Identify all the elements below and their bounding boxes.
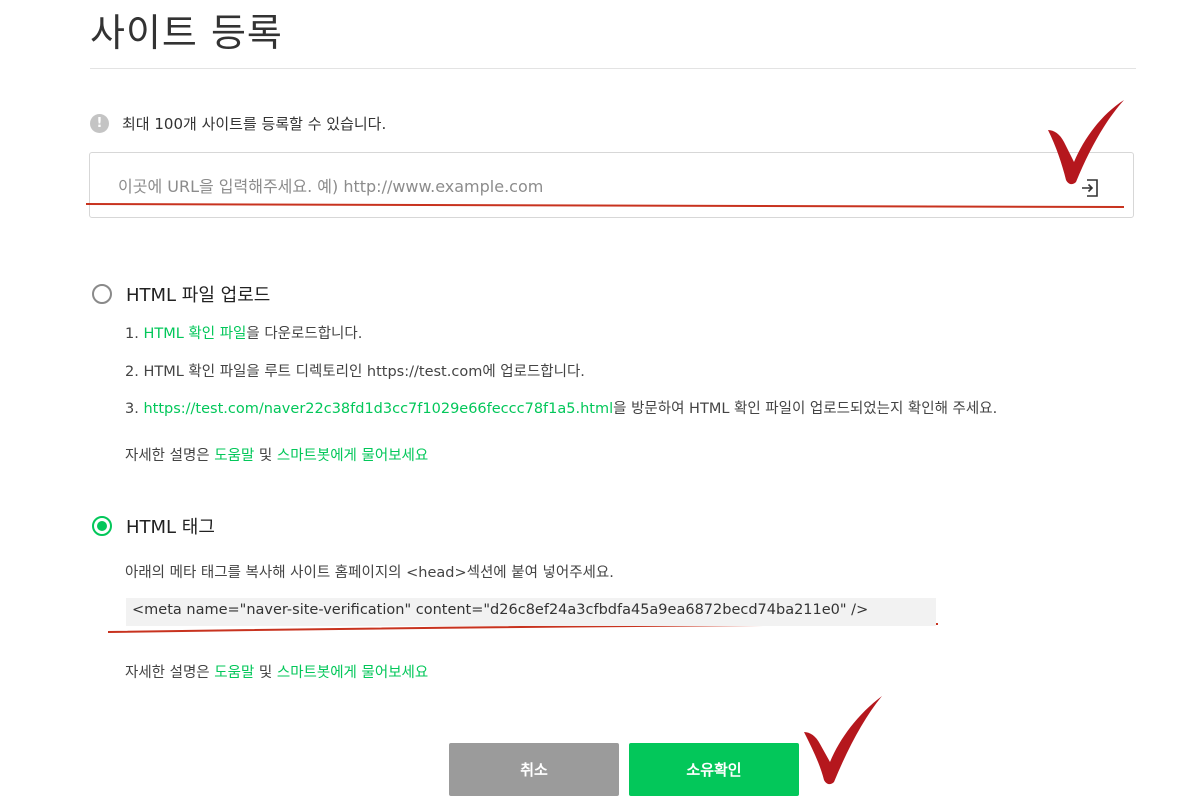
html-file-radio[interactable] [92,284,112,304]
title-divider [90,68,1136,69]
html-tag-label: HTML 태그 [126,517,215,538]
help-middle: 및 [254,665,277,681]
verify-url-link[interactable]: https://test.com/naver22c38fd1d3cc7f1029… [143,401,613,417]
step1-suffix: 을 다운로드합니다. [246,326,363,342]
smartbot-link[interactable]: 스마트봇에게 물어보세요 [277,448,428,464]
html-file-help: 자세한 설명은 도움말 및 스마트봇에게 물어보세요 [125,444,428,465]
html-file-step-1: 1. HTML 확인 파일을 다운로드합니다. [125,322,362,343]
option-html-tag[interactable]: HTML 태그 [92,513,215,539]
enter-icon[interactable] [1079,177,1101,199]
help-prefix: 자세한 설명은 [125,448,215,464]
notice-text: 최대 100개 사이트를 등록할 수 있습니다. [122,115,387,133]
meta-tag-code[interactable]: <meta name="naver-site-verification" con… [126,598,936,626]
help-prefix: 자세한 설명은 [125,665,215,681]
html-file-label: HTML 파일 업로드 [126,285,271,306]
annotation-checkmark-icon [804,696,882,785]
cancel-button[interactable]: 취소 [449,743,619,796]
step3-prefix: 3. [125,401,144,417]
html-tag-help: 자세한 설명은 도움말 및 스마트봇에게 물어보세요 [125,661,428,682]
html-tag-radio[interactable] [92,516,112,536]
step3-suffix: 을 방문하여 HTML 확인 파일이 업로드되었는지 확인해 주세요. [613,401,998,417]
help-link[interactable]: 도움말 [214,665,254,681]
verify-ownership-button[interactable]: 소유확인 [629,743,799,796]
step1-prefix: 1. [125,326,144,342]
option-html-file[interactable]: HTML 파일 업로드 [92,281,270,307]
help-middle: 및 [254,448,277,464]
notice: ! 최대 100개 사이트를 등록할 수 있습니다. [90,113,386,134]
url-input-box [89,152,1134,218]
help-link[interactable]: 도움말 [214,448,254,464]
html-file-step-3: 3. https://test.com/naver22c38fd1d3cc7f1… [125,397,997,418]
info-icon: ! [90,114,109,133]
url-input[interactable] [118,173,1038,199]
html-file-step-2: 2. HTML 확인 파일을 루트 디렉토리인 https://test.com… [125,364,585,380]
page-title: 사이트 등록 [90,11,283,55]
smartbot-link[interactable]: 스마트봇에게 물어보세요 [277,665,428,681]
html-tag-description: 아래의 메타 태그를 복사해 사이트 홈페이지의 <head>섹션에 붙여 넣어… [125,565,614,581]
html-verify-file-link[interactable]: HTML 확인 파일 [143,326,246,342]
